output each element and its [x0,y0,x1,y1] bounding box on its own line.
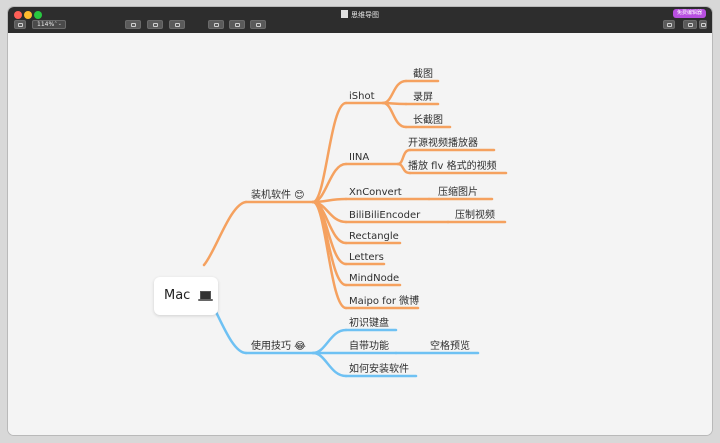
add-child-icon [213,22,219,27]
laptop-icon [200,291,211,299]
format-icon [174,22,180,27]
node-long-screenshot[interactable]: 长截图 [413,113,443,126]
app-window: 思维导图 免费编辑器 114% ⌃⌄ 装机软件 😊 iShot 截图 录屏 长截… [8,7,712,435]
add-sibling-button[interactable] [229,20,245,29]
node-record[interactable]: 录屏 [413,91,433,103]
mindmap-connections: 装机软件 😊 iShot 截图 录屏 长截图 IINA 开源视频播放器 播放 f… [202,67,508,378]
node-builtin[interactable]: 自带功能 [349,339,389,352]
node-rectangle[interactable]: Rectangle [349,231,399,242]
node-install[interactable]: 如何安装软件 [349,362,409,375]
fit-view-button[interactable] [250,20,266,29]
outline-button[interactable] [147,20,163,29]
add-sibling-icon [234,22,240,27]
node-keyboard[interactable]: 初识键盘 [349,316,389,329]
share-button[interactable] [663,20,675,29]
node-software[interactable]: 装机软件 😊 [251,188,305,201]
node-mindnode[interactable]: MindNode [349,273,399,284]
laptop-base-icon [198,299,213,301]
format-button[interactable] [169,20,185,29]
view-menu-button[interactable] [699,20,707,29]
link-keyboard [311,328,348,355]
root-node-label: Mac [164,288,191,303]
node-maipo[interactable]: Maipo for 微博 [349,294,419,307]
expand-icon [255,22,261,27]
node-preview[interactable]: 空格预览 [430,339,470,352]
link-root-software [202,200,248,267]
view-icon [687,22,693,27]
outline-icon [152,22,158,27]
root-node[interactable]: Mac [154,277,218,315]
node-iina[interactable]: IINA [349,152,369,163]
link-screenshot [381,79,408,105]
node-flv[interactable]: 播放 flv 格式的视频 [408,159,497,172]
zoom-value: 114% [37,21,55,28]
document-icon [341,10,348,18]
node-tips[interactable]: 使用技巧 😂 [251,339,306,352]
view-button[interactable] [683,20,697,29]
mindmap-canvas[interactable]: 装机软件 😊 iShot 截图 录屏 长截图 IINA 开源视频播放器 播放 f… [8,33,712,435]
node-letters[interactable]: Letters [349,252,384,263]
window-title-text: 思维导图 [351,11,379,19]
share-icon [666,22,672,27]
title-toolbar-bar: 思维导图 免费编辑器 114% ⌃⌄ [8,7,712,33]
add-child-button[interactable] [208,20,224,29]
link-ishot [311,101,348,204]
link-long-screenshot [381,101,408,129]
palette-icon [130,22,136,27]
sidebar-toggle-button[interactable] [14,20,26,29]
chevron-updown-icon: ⌃⌄ [53,21,62,27]
node-xnconvert[interactable]: XnConvert [349,187,402,198]
node-bilibili[interactable]: BiliBiliEncoder [349,210,421,221]
free-editor-badge[interactable]: 免费编辑器 [672,9,706,18]
chevron-down-icon [700,22,706,27]
link-maipo [311,200,348,310]
link-install [311,351,348,378]
sidebar-icon [17,22,23,27]
zoom-select[interactable]: 114% ⌃⌄ [32,20,66,29]
node-compress[interactable]: 压缩图片 [438,185,478,198]
window-title: 思维导图 [8,10,712,20]
node-screenshot[interactable]: 截图 [413,67,433,80]
theme-button[interactable] [125,20,141,29]
node-open-player[interactable]: 开源视频播放器 [408,136,478,149]
node-ishot[interactable]: iShot [349,91,375,102]
node-encode[interactable]: 压制视频 [455,208,495,221]
